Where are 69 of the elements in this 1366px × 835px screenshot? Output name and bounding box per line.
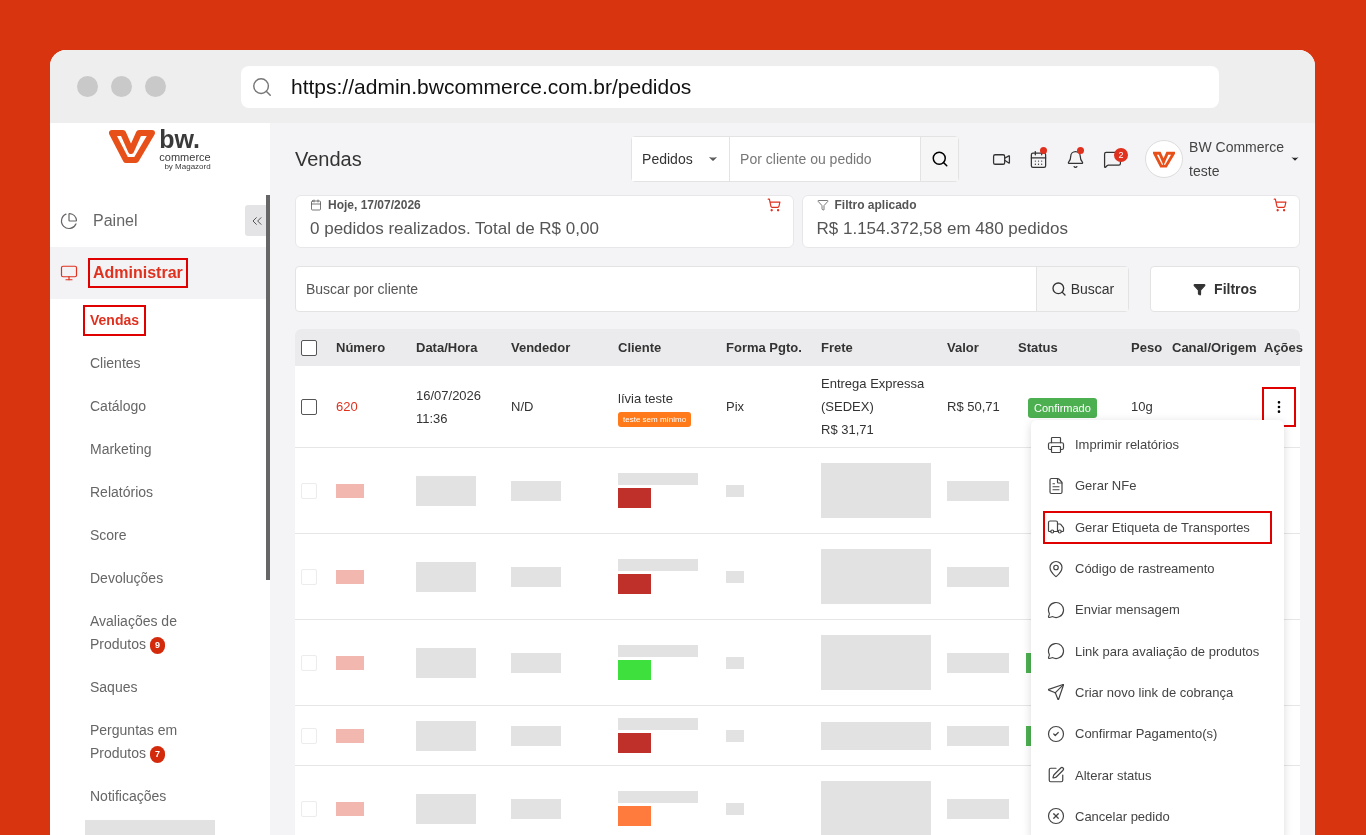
order-weight: 10g [1131,398,1154,416]
shipping-line: R$ 31,71 [821,421,874,439]
sidebar-item[interactable]: Catálogo [85,393,152,420]
order-value: R$ 50,71 [947,398,1001,416]
chat-button[interactable]: 2 [1094,149,1132,169]
column-header: Peso [1131,340,1164,355]
column-header: Forma Pgto. [726,340,803,355]
status-badge: Confirmado [1028,397,1097,418]
client-search-bar[interactable]: Buscar por cliente Buscar [295,266,1129,312]
sidebar-label: Painel [92,211,139,231]
sidebar-item[interactable]: Painel [50,195,151,247]
menu-item[interactable]: Código de rastreamento [1039,547,1276,590]
order-number-link[interactable]: 620 [336,395,416,418]
menu-item[interactable]: Gerar NFe [1039,465,1276,507]
column-header: Valor [947,340,980,355]
card-title: Hoje, 17/07/2026 [310,198,421,212]
client-tag: teste sem mínimo [618,411,692,427]
scope-dropdown[interactable]: Pedidos [632,137,731,181]
count-badge: 2 [1114,147,1129,162]
order-date: 16/07/2026 [416,386,482,405]
menu-item[interactable]: Link para avaliação de produtos [1039,630,1276,672]
column-header: Cliente [618,340,663,355]
sidebar-item[interactable]: Avaliações de Produtos 9 [85,608,215,658]
logo-byline: by Magazord [164,163,211,171]
card-text: R$ 1.154.372,58 em 480 pedidos [816,219,1069,240]
sidebar-label: Administrar [90,260,186,286]
column-header: Status [1018,340,1059,355]
count-badge: 9 [150,636,166,654]
column-header: Data/Hora [416,340,479,355]
sidebar-item[interactable]: Score [85,522,132,549]
user-menu[interactable]: BW Commerce teste [1145,135,1300,183]
menu-item[interactable]: Confirmar Pagamento(s) [1039,713,1276,755]
sidebar-item[interactable]: Notificações [85,783,172,810]
order-time: 11:36 [416,409,448,428]
logo-wordmark: bw. [159,127,202,152]
shipping-line: (SEDEX) [821,398,874,416]
page-title: Vendas [295,147,363,171]
column-header: Ações [1264,340,1305,355]
card-title: Filtro aplicado [816,198,917,212]
column-header: Número [336,340,387,355]
shipping-line: Entrega Expressa [821,375,925,393]
menu-item[interactable]: Gerar Etiqueta de Transportes [1039,506,1276,548]
sidebar-item[interactable]: Saques [85,674,143,701]
count-badge: 7 [150,745,166,763]
logo-subtitle: commerce [159,152,211,163]
payment-method: Pix [726,398,746,416]
filters-button[interactable]: Filtros [1150,266,1300,312]
sidebar-item[interactable]: Vendas [85,307,145,334]
menu-item[interactable]: Enviar mensagem [1039,589,1276,631]
sidebar-item[interactable]: Devoluções [85,565,169,592]
search-button[interactable]: Buscar [1036,267,1128,311]
sidebar-item[interactable]: Administrar [50,247,266,299]
sidebar-item[interactable]: Perguntas em Produtos 7 [85,717,215,767]
column-header: Canal/Origem [1172,340,1258,355]
menu-item[interactable]: Alterar status [1039,754,1276,796]
menu-item[interactable]: Cancelar pedido [1039,795,1276,835]
sidebar-item[interactable]: Relatórios [85,479,159,506]
client-search-field[interactable]: Buscar por cliente [296,267,1036,311]
menu-item[interactable]: Imprimir relatórios [1039,424,1276,466]
sidebar-item[interactable]: Clientes [85,350,146,377]
menu-item[interactable]: Criar novo link de cobrança [1039,671,1276,714]
column-header: Frete [821,340,854,355]
sidebar-item[interactable]: Marketing [85,436,157,463]
column-header: Vendedor [511,340,572,355]
card-text: 0 pedidos realizados. Total de R$ 0,00 [310,219,600,240]
address-bar[interactable]: https://admin.bwcommerce.com.br/pedidos [241,65,1219,108]
seller-name: N/D [511,398,535,416]
client-name: lívia teste [618,389,673,408]
search-bar[interactable]: Pedidos Por cliente ou pedido [631,136,960,182]
